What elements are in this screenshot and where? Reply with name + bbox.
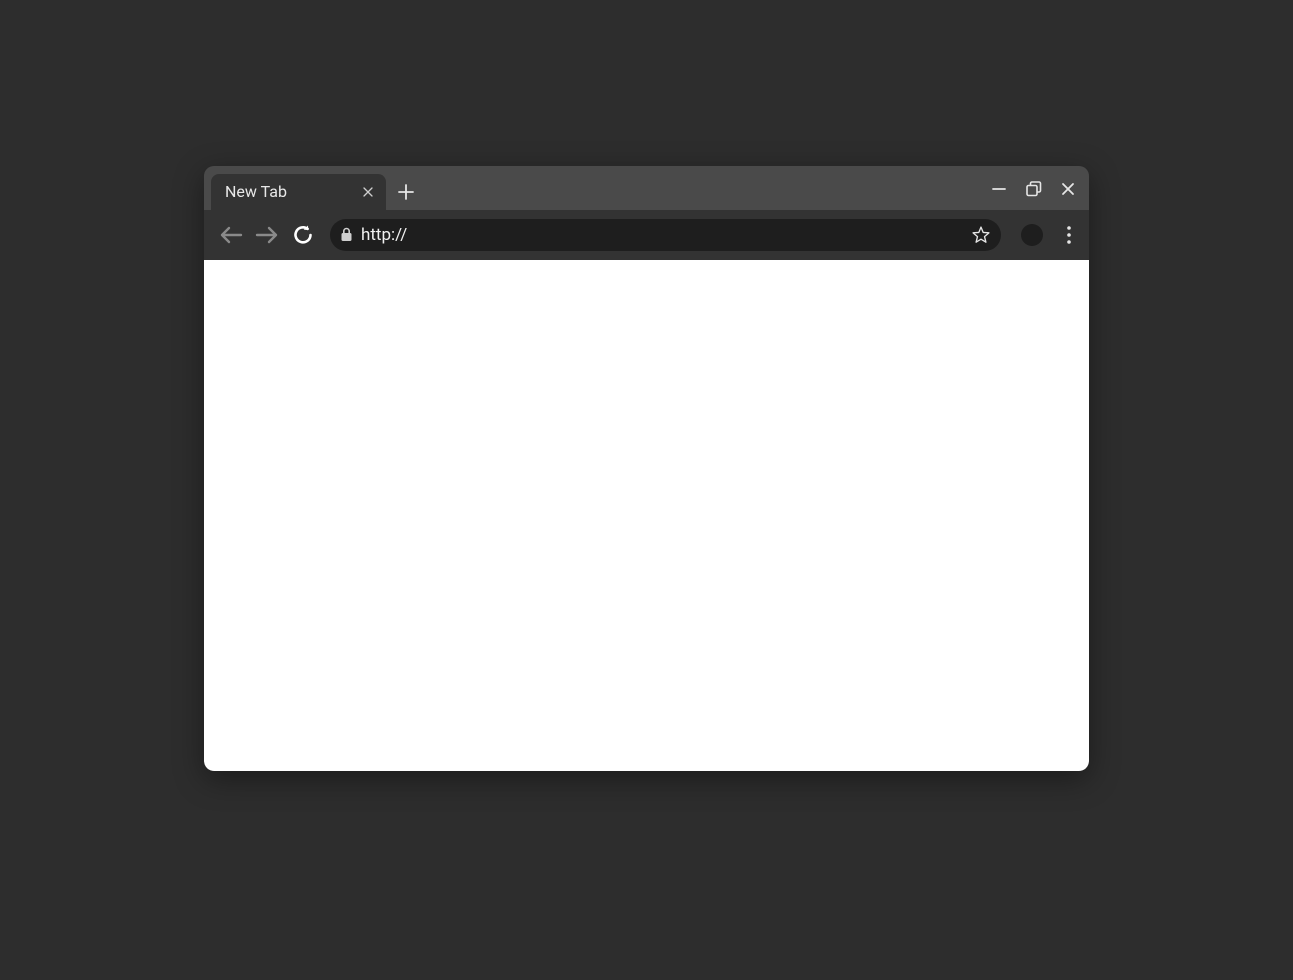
tab-bar: New Tab bbox=[204, 166, 1089, 210]
bookmark-button[interactable] bbox=[971, 225, 991, 245]
arrow-right-icon bbox=[255, 225, 279, 245]
new-tab-button[interactable] bbox=[392, 178, 420, 206]
back-button[interactable] bbox=[218, 222, 244, 248]
reload-button[interactable] bbox=[290, 222, 316, 248]
reload-icon bbox=[292, 224, 314, 246]
plus-icon bbox=[398, 184, 414, 200]
minimize-button[interactable] bbox=[991, 181, 1007, 197]
window-controls bbox=[991, 180, 1075, 198]
kebab-menu-icon bbox=[1067, 226, 1071, 244]
forward-button[interactable] bbox=[254, 222, 280, 248]
arrow-left-icon bbox=[219, 225, 243, 245]
star-icon bbox=[971, 225, 991, 245]
page-viewport[interactable] bbox=[204, 260, 1089, 771]
maximize-button[interactable] bbox=[1025, 180, 1043, 198]
url-text: http:// bbox=[361, 225, 965, 245]
address-bar[interactable]: http:// bbox=[330, 219, 1001, 251]
browser-window: New Tab bbox=[204, 166, 1089, 771]
close-icon bbox=[363, 187, 373, 197]
close-tab-button[interactable] bbox=[358, 182, 378, 202]
browser-tab[interactable]: New Tab bbox=[211, 174, 386, 210]
tab-title: New Tab bbox=[225, 182, 358, 201]
close-window-button[interactable] bbox=[1061, 182, 1075, 196]
profile-avatar[interactable] bbox=[1021, 224, 1043, 246]
minimize-icon bbox=[991, 181, 1007, 197]
menu-button[interactable] bbox=[1059, 226, 1079, 244]
maximize-icon bbox=[1025, 180, 1043, 198]
toolbar: http:// bbox=[204, 210, 1089, 260]
close-icon bbox=[1061, 182, 1075, 196]
lock-icon bbox=[340, 227, 353, 242]
